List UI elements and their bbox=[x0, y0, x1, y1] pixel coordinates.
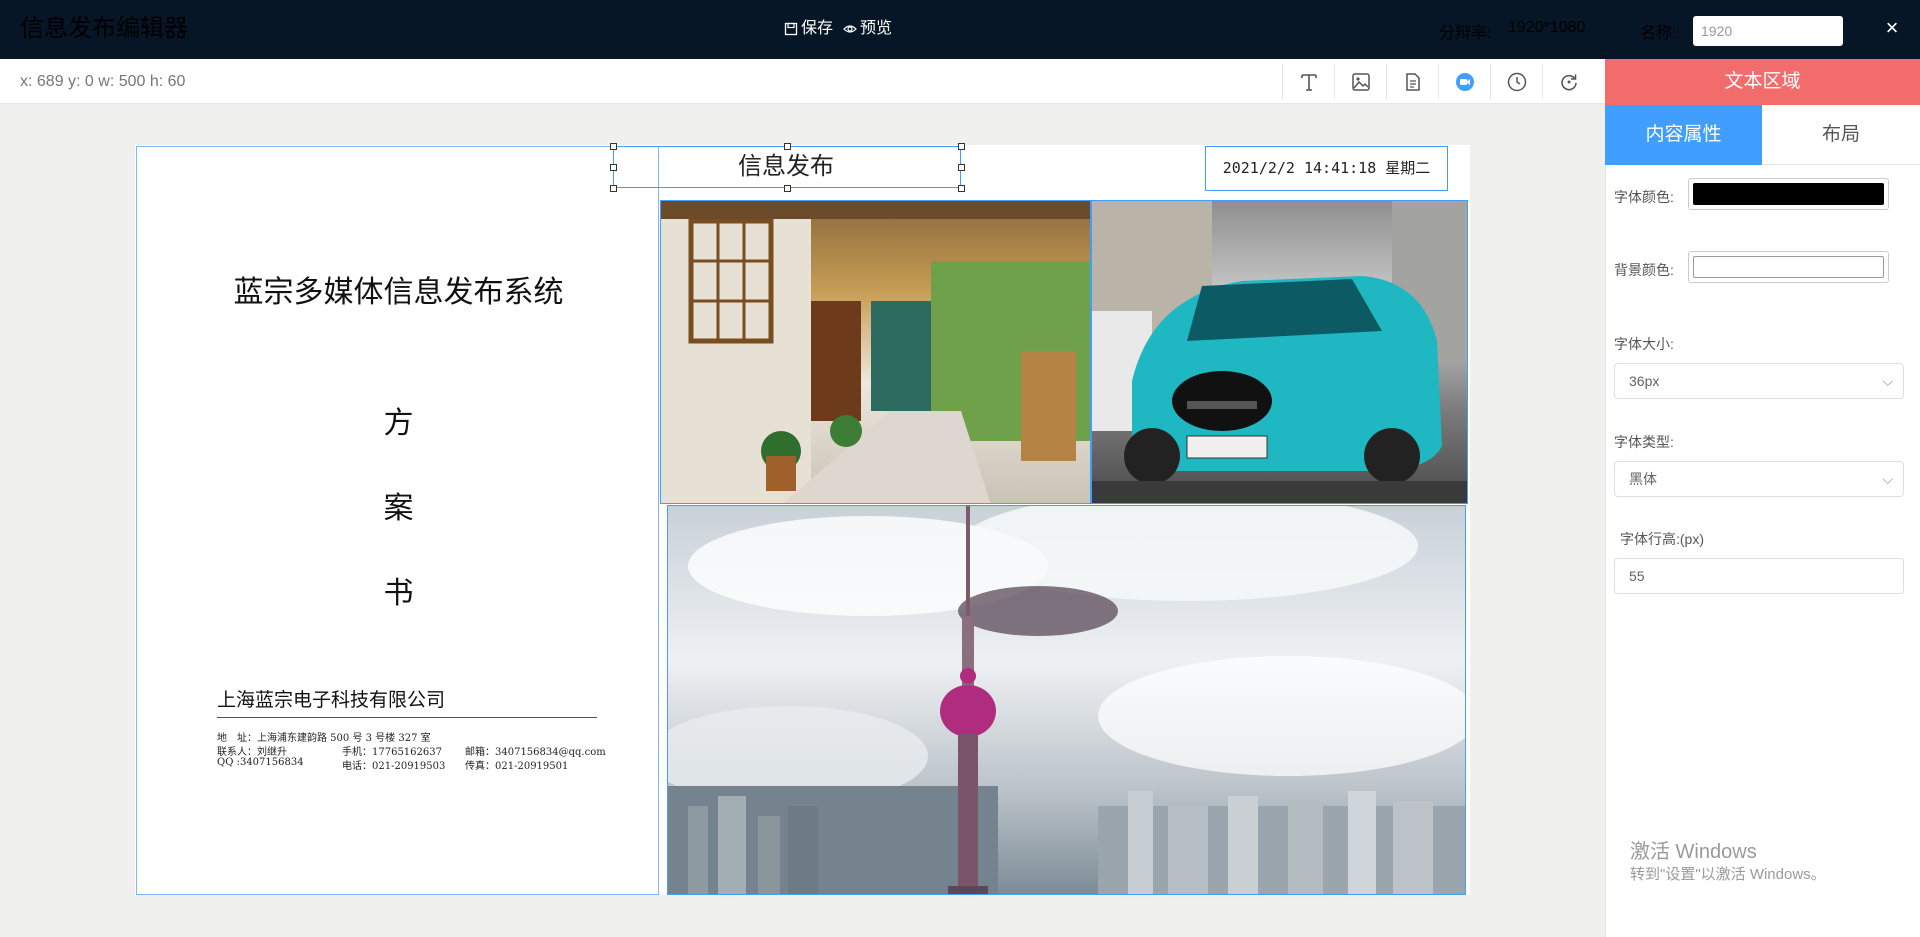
document-tool-button[interactable] bbox=[1386, 64, 1439, 100]
name-label: 名称: bbox=[1640, 25, 1677, 42]
font-type-label: 字体类型: bbox=[1614, 434, 1674, 450]
preview-button[interactable]: 预览 bbox=[843, 19, 892, 39]
bg-color-swatch bbox=[1693, 256, 1884, 278]
chevron-down-icon: ⌵ bbox=[1882, 373, 1893, 389]
resize-handle-top-right[interactable] bbox=[958, 143, 965, 150]
save-button[interactable]: 保存 bbox=[784, 19, 833, 39]
region-title: 文本区域 bbox=[1605, 59, 1920, 105]
courtyard-image[interactable] bbox=[660, 200, 1091, 504]
app-title: 信息发布编辑器 bbox=[20, 15, 188, 42]
resize-handle-left[interactable] bbox=[610, 164, 617, 171]
image-icon bbox=[1352, 73, 1370, 91]
activate-title: 激活 Windows bbox=[1630, 841, 1757, 863]
font-size-value: 36px bbox=[1629, 373, 1660, 389]
refresh-tool-button[interactable] bbox=[1542, 64, 1595, 100]
title-text-box[interactable]: 信息发布 bbox=[613, 146, 961, 188]
resize-handle-top-left[interactable] bbox=[610, 143, 617, 150]
car-illustration bbox=[1092, 201, 1467, 503]
phone-number: 电话：021-20919503 bbox=[342, 761, 446, 772]
close-icon[interactable]: × bbox=[1881, 16, 1903, 40]
save-icon bbox=[784, 22, 798, 36]
video-icon bbox=[1456, 73, 1474, 91]
tower-illustration bbox=[668, 506, 1465, 894]
document-char-3: 书 bbox=[383, 576, 414, 611]
address-line: 地 址：上海浦东建韵路 500 号 3 号楼 327 室 bbox=[217, 733, 431, 744]
fax-number: 传真：021-20919501 bbox=[465, 761, 569, 772]
resize-handle-right[interactable] bbox=[958, 164, 965, 171]
company-name: 上海蓝宗电子科技有限公司 bbox=[217, 689, 446, 711]
qq-number: QQ :3407156834 bbox=[217, 757, 304, 768]
document-title: 蓝宗多媒体信息发布系统 bbox=[233, 275, 564, 310]
bg-color-label: 背景颜色: bbox=[1614, 262, 1674, 278]
resize-handle-bottom-right[interactable] bbox=[958, 185, 965, 192]
car-image[interactable] bbox=[1091, 200, 1468, 504]
font-color-picker[interactable] bbox=[1688, 178, 1889, 210]
datetime-widget[interactable]: 2021/2/2 14:41:18 星期二 bbox=[1205, 146, 1448, 191]
tab-layout[interactable]: 布局 bbox=[1762, 105, 1920, 165]
line-height-input[interactable] bbox=[1614, 558, 1904, 594]
top-bar bbox=[0, 0, 1920, 59]
name-input[interactable] bbox=[1693, 16, 1843, 46]
resolution-label: 分辩率: bbox=[1439, 25, 1492, 42]
resolution-value: 1920*1080 bbox=[1508, 19, 1586, 36]
coords-readout: x: 689 y: 0 w: 500 h: 60 bbox=[20, 73, 186, 90]
bg-color-picker[interactable] bbox=[1688, 251, 1889, 283]
resize-handle-top[interactable] bbox=[784, 143, 791, 150]
font-color-swatch bbox=[1693, 183, 1884, 205]
save-label: 保存 bbox=[801, 20, 834, 37]
resize-handle-bottom-left[interactable] bbox=[610, 185, 617, 192]
mobile-number: 手机：17765162637 bbox=[342, 747, 442, 758]
clock-tool-button[interactable] bbox=[1490, 64, 1543, 100]
refresh-icon bbox=[1561, 74, 1577, 91]
text-icon bbox=[1301, 74, 1317, 91]
font-size-label: 字体大小: bbox=[1614, 336, 1674, 352]
image-tool-button[interactable] bbox=[1334, 64, 1387, 100]
line-height-label: 字体行高:(px) bbox=[1620, 531, 1704, 547]
email-address: 邮箱：3407156834@qq.com bbox=[465, 747, 606, 758]
eye-icon bbox=[843, 25, 857, 33]
tab-content-properties[interactable]: 内容属性 bbox=[1605, 105, 1762, 165]
divider bbox=[217, 717, 597, 718]
resize-handle-bottom[interactable] bbox=[784, 185, 791, 192]
tower-image[interactable] bbox=[667, 505, 1466, 895]
preview-label: 预览 bbox=[860, 20, 893, 37]
courtyard-illustration bbox=[661, 201, 1090, 503]
document-char-2: 案 bbox=[383, 491, 414, 526]
activate-windows-watermark: 激活 Windows 转到"设置"以激活 Windows。 bbox=[1630, 840, 1826, 886]
document-char-1: 方 bbox=[383, 406, 414, 441]
activate-subtitle: 转到"设置"以激活 Windows。 bbox=[1630, 866, 1826, 883]
chevron-down-icon: ⌵ bbox=[1882, 471, 1893, 487]
font-type-select[interactable]: 黑体 ⌵ bbox=[1614, 461, 1904, 497]
font-size-select[interactable]: 36px ⌵ bbox=[1614, 363, 1904, 399]
text-tool-button[interactable] bbox=[1282, 64, 1335, 100]
document-icon bbox=[1406, 73, 1420, 91]
clock-icon bbox=[1507, 72, 1527, 92]
font-type-value: 黑体 bbox=[1629, 471, 1657, 487]
title-text: 信息发布 bbox=[738, 153, 834, 180]
video-tool-button[interactable] bbox=[1438, 64, 1491, 100]
contact-person: 联系人：刘继升 bbox=[217, 747, 287, 758]
document-panel[interactable]: 蓝宗多媒体信息发布系统 方 案 书 上海蓝宗电子科技有限公司 地 址：上海浦东建… bbox=[136, 146, 659, 895]
font-color-label: 字体颜色: bbox=[1614, 189, 1674, 205]
